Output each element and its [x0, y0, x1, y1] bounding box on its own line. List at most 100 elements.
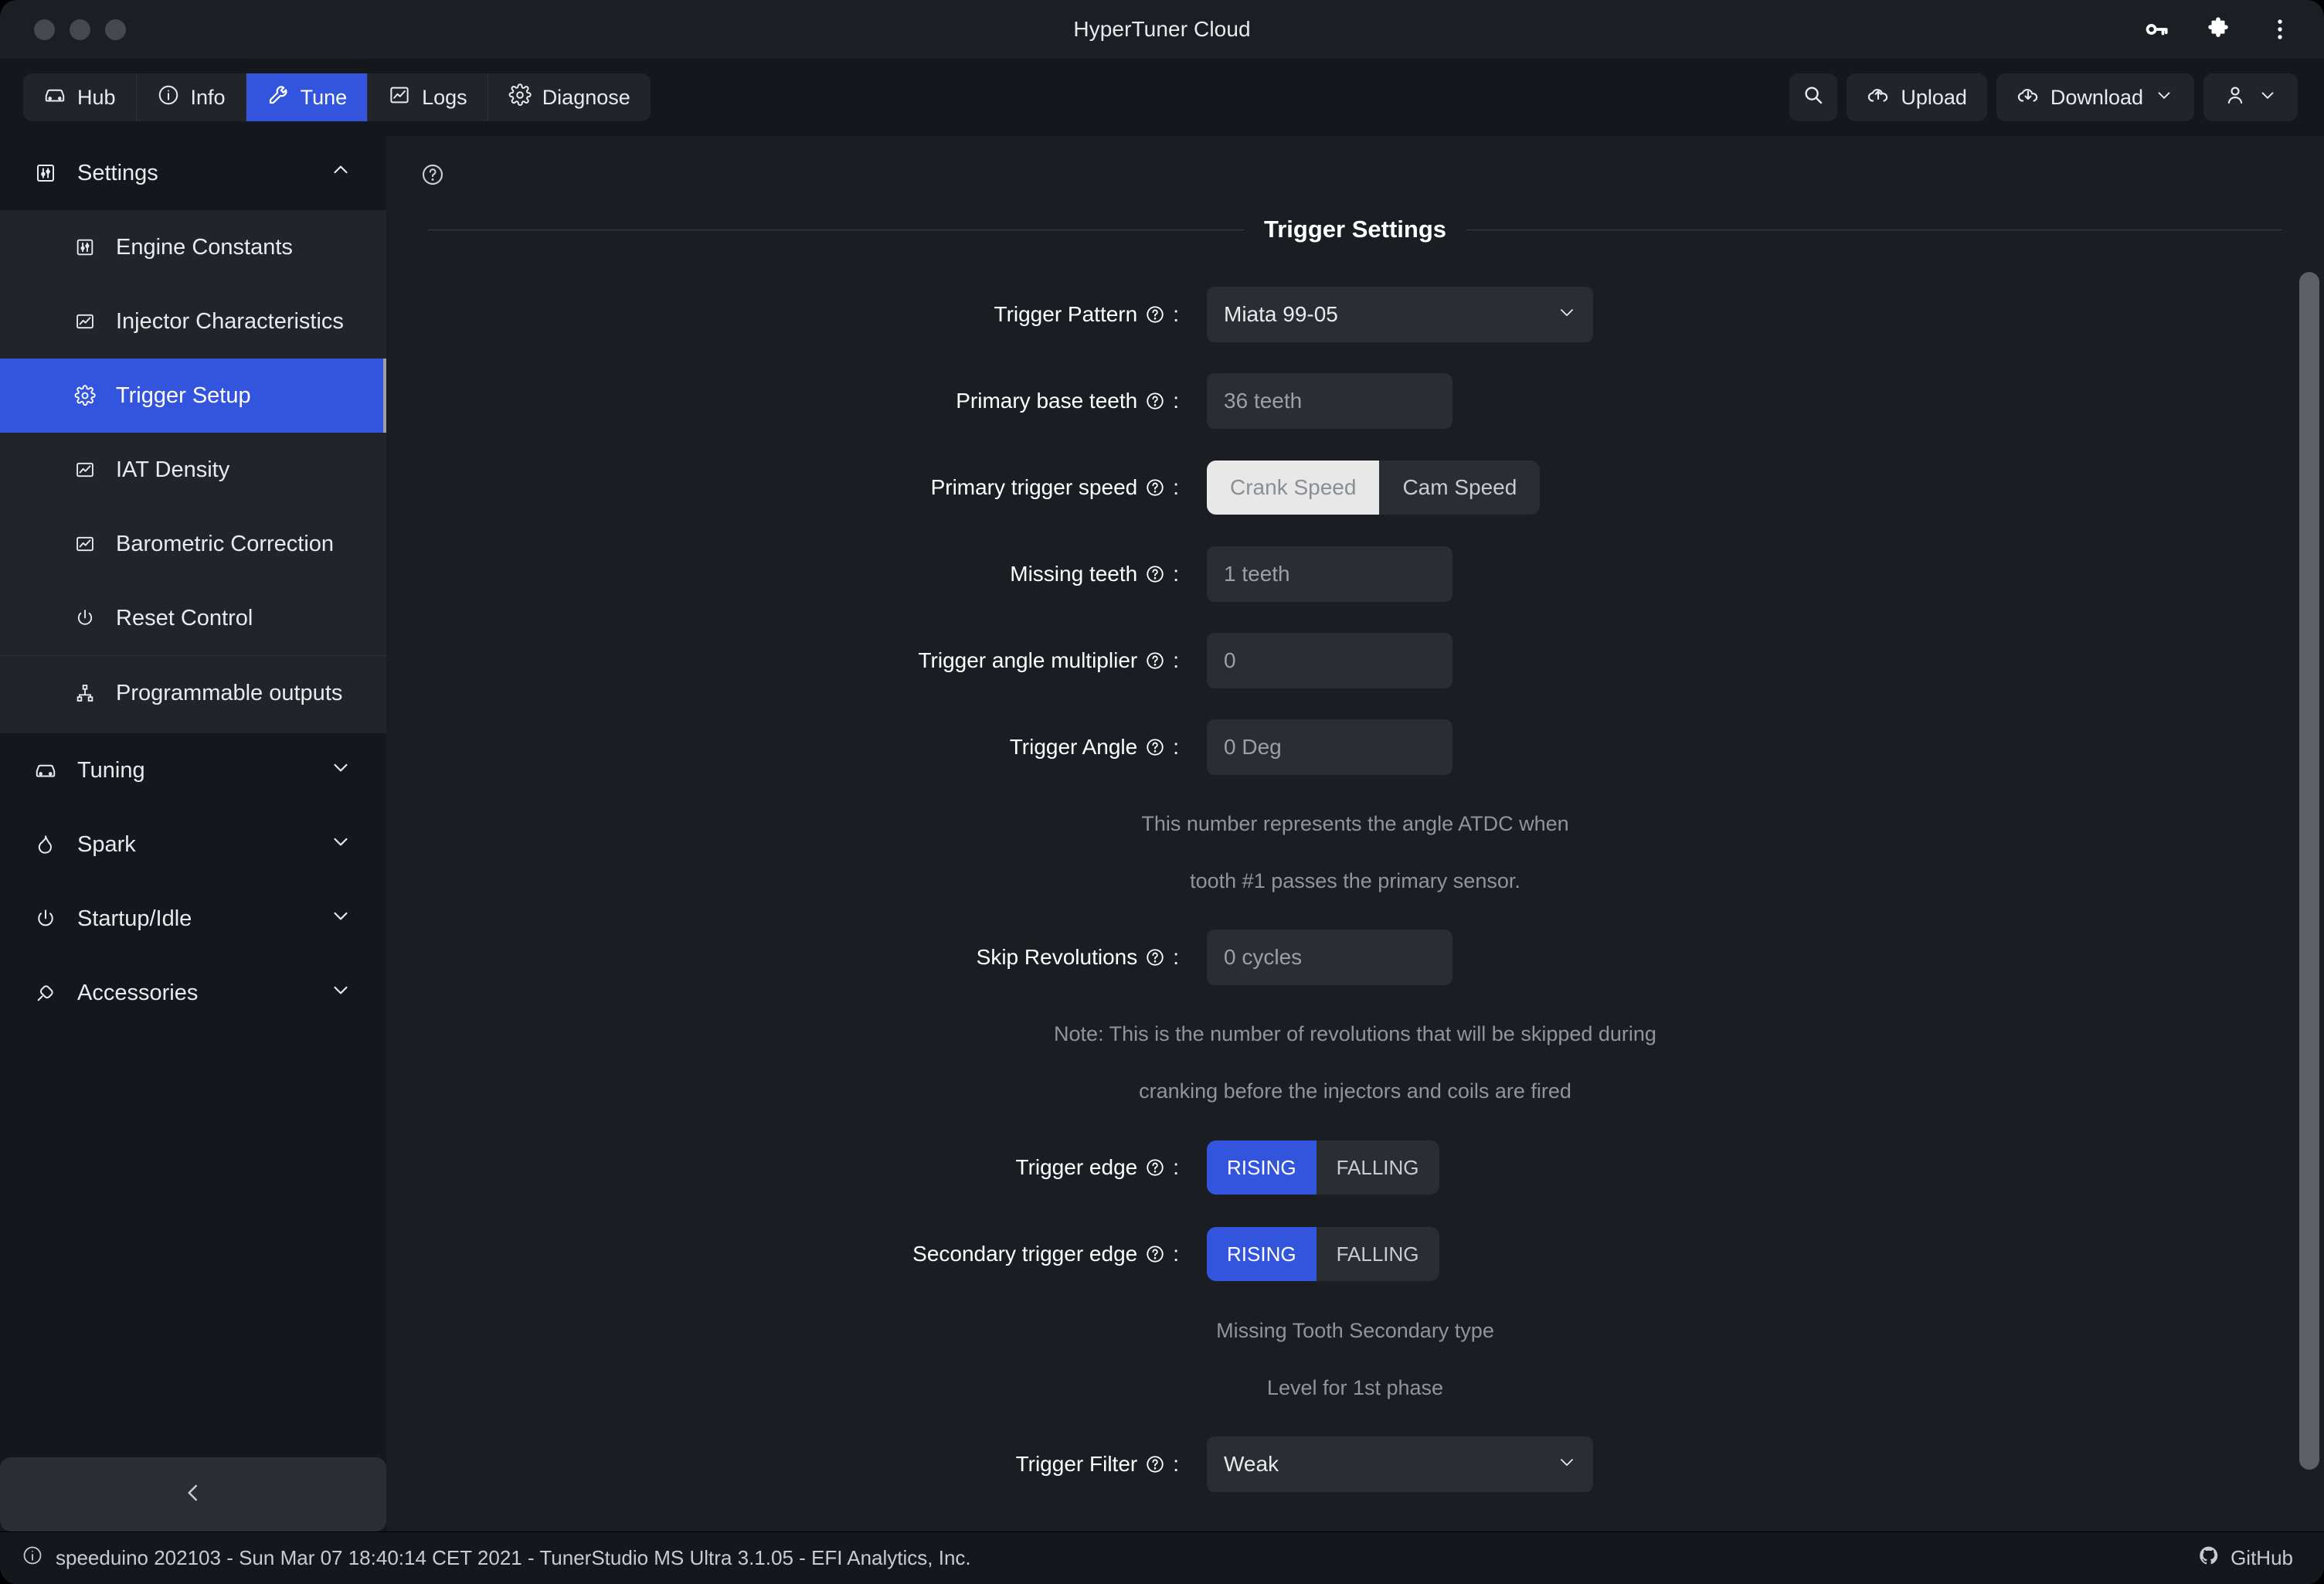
- chart-box-icon: [74, 533, 96, 555]
- note-line: Level for 1st phase: [1266, 1376, 1444, 1399]
- sidebar-item-injector-characteristics[interactable]: Injector Characteristics: [0, 284, 386, 359]
- tab-diagnose[interactable]: Diagnose: [488, 73, 651, 121]
- question-circle-icon[interactable]: [1145, 947, 1165, 967]
- scrollbar-thumb[interactable]: [2299, 272, 2319, 1470]
- trigger-angle-multiplier-value: 0: [1224, 648, 1236, 672]
- sidebar-item-label: IAT Density: [116, 457, 230, 482]
- download-button[interactable]: Download: [1996, 73, 2194, 121]
- sidebar-group-startup-idle[interactable]: Startup/Idle: [0, 882, 386, 956]
- sidebar-item-label: Trigger Setup: [116, 382, 251, 408]
- field-row-primary-base-teeth: Primary base teeth : 36 teeth: [386, 358, 2324, 444]
- sidebar-item-barometric-correction[interactable]: Barometric Correction: [0, 507, 386, 581]
- chevron-down-icon: [1556, 1451, 1578, 1478]
- primary-base-teeth-input[interactable]: 36 teeth: [1207, 373, 1452, 429]
- field-label-trigger-angle-multiplier: Trigger angle multiplier :: [386, 648, 1190, 673]
- download-button-label: Download: [2050, 85, 2143, 109]
- title-rule-left: [428, 229, 1245, 230]
- chart-box-icon: [74, 311, 96, 332]
- question-circle-icon[interactable]: [1145, 651, 1165, 671]
- trigger-angle-multiplier-input[interactable]: 0: [1207, 633, 1452, 688]
- tab-logs-label: Logs: [422, 85, 467, 109]
- page-help-button[interactable]: [386, 136, 2324, 191]
- title-rule-right: [1466, 229, 2283, 230]
- question-circle-icon[interactable]: [1145, 1454, 1165, 1474]
- tab-info[interactable]: Info: [137, 73, 246, 121]
- trigger-edge-option-rising[interactable]: RISING: [1207, 1140, 1317, 1195]
- upload-button[interactable]: Upload: [1847, 73, 1987, 121]
- field-label-trigger-angle: Trigger Angle :: [386, 735, 1190, 760]
- kebab-menu-icon[interactable]: [2267, 16, 2293, 42]
- field-colon: :: [1173, 562, 1179, 586]
- field-colon: :: [1173, 302, 1179, 326]
- puzzle-extension-icon[interactable]: [2205, 16, 2231, 42]
- secondary-trigger-edge-option-rising[interactable]: RISING: [1207, 1227, 1317, 1281]
- info-circle-icon: [22, 1545, 43, 1572]
- plug-icon: [34, 981, 57, 1004]
- account-menu-button[interactable]: [2203, 73, 2298, 121]
- tab-logs[interactable]: Logs: [368, 73, 488, 121]
- trigger-pattern-select[interactable]: Miata 99-05: [1207, 287, 1593, 342]
- chevron-down-icon: [329, 756, 352, 785]
- skip-revolutions-input[interactable]: 0 cycles: [1207, 930, 1452, 985]
- tab-diagnose-label: Diagnose: [542, 85, 630, 109]
- field-label-text: Skip Revolutions: [976, 945, 1138, 969]
- status-info: speeduino 202103 - Sun Mar 07 18:40:14 C…: [22, 1545, 971, 1572]
- tab-tune[interactable]: Tune: [246, 73, 369, 121]
- field-row-missing-teeth: Missing teeth : 1 teeth: [386, 531, 2324, 617]
- chevron-down-icon: [329, 904, 352, 933]
- sidebar-item-iat-density[interactable]: IAT Density: [0, 433, 386, 507]
- question-circle-icon[interactable]: [1145, 564, 1165, 584]
- browser-actions: [2143, 0, 2293, 59]
- sidebar-collapse-button[interactable]: [0, 1457, 386, 1531]
- sidebar-group-tuning[interactable]: Tuning: [0, 733, 386, 807]
- question-circle-icon[interactable]: [1145, 1157, 1165, 1178]
- secondary-trigger-edge-option-falling[interactable]: FALLING: [1317, 1227, 1439, 1281]
- field-colon: :: [1173, 1452, 1179, 1476]
- github-link[interactable]: GitHub: [2198, 1545, 2293, 1572]
- field-row-trigger-filter: Trigger Filter : Weak: [386, 1421, 2324, 1508]
- field-label-primary-trigger-speed: Primary trigger speed :: [386, 475, 1190, 500]
- question-circle-icon[interactable]: [1145, 304, 1165, 325]
- content-scrollbar[interactable]: [2299, 272, 2319, 1470]
- key-icon[interactable]: [2143, 16, 2169, 42]
- trigger-angle-input[interactable]: 0 Deg: [1207, 719, 1452, 775]
- sidebar-group-settings[interactable]: Settings: [0, 136, 386, 210]
- sidebar-item-trigger-setup[interactable]: Trigger Setup: [0, 359, 386, 433]
- download-cloud-icon: [2017, 83, 2040, 112]
- note-line: cranking before the injectors and coils …: [1139, 1079, 1571, 1103]
- field-row-secondary-trigger-edge: Secondary trigger edge : RISING FALLING: [386, 1211, 2324, 1297]
- question-circle-icon[interactable]: [1145, 391, 1165, 411]
- window-title: HyperTuner Cloud: [1073, 17, 1251, 41]
- field-colon: :: [1173, 945, 1179, 969]
- question-circle-icon[interactable]: [1145, 737, 1165, 757]
- question-circle-icon[interactable]: [1145, 1244, 1165, 1264]
- field-label-missing-teeth: Missing teeth :: [386, 562, 1190, 586]
- main-content: Trigger Settings Trigger Pattern : Miata…: [386, 136, 2324, 1531]
- field-row-trigger-pattern: Trigger Pattern : Miata 99-05: [386, 271, 2324, 358]
- sidebar-group-startup-idle-label: Startup/Idle: [77, 906, 192, 931]
- chevron-down-icon: [2154, 85, 2174, 110]
- primary-trigger-speed-option-crank[interactable]: Crank Speed: [1207, 461, 1380, 515]
- field-label-text: Primary base teeth: [956, 389, 1138, 413]
- sidebar-group-spark[interactable]: Spark: [0, 807, 386, 882]
- missing-teeth-input[interactable]: 1 teeth: [1207, 546, 1452, 602]
- app-window: HyperTuner Cloud Hub Info Tune Logs Diag…: [0, 0, 2324, 1584]
- sidebar-item-programmable-outputs[interactable]: Programmable outputs: [0, 656, 386, 730]
- trigger-angle-value: 0 Deg: [1224, 735, 1282, 759]
- trigger-edge-option-falling[interactable]: FALLING: [1317, 1140, 1439, 1195]
- tab-hub[interactable]: Hub: [23, 73, 137, 121]
- question-circle-icon[interactable]: [1145, 478, 1165, 498]
- sidebar-item-reset-control[interactable]: Reset Control: [0, 581, 386, 655]
- flame-icon: [34, 833, 57, 856]
- sidebar-group-accessories[interactable]: Accessories: [0, 956, 386, 1030]
- field-label-text: Secondary trigger edge: [912, 1242, 1138, 1266]
- sidebar-item-engine-constants[interactable]: Engine Constants: [0, 210, 386, 284]
- trigger-filter-select[interactable]: Weak: [1207, 1436, 1593, 1492]
- primary-base-teeth-value: 36 teeth: [1224, 389, 1303, 413]
- github-label: GitHub: [2231, 1546, 2293, 1569]
- trigger-filter-value: Weak: [1224, 1452, 1279, 1476]
- field-label-text: Primary trigger speed: [930, 475, 1138, 499]
- search-button[interactable]: [1789, 73, 1838, 121]
- sitemap-icon: [74, 682, 96, 704]
- primary-trigger-speed-option-cam[interactable]: Cam Speed: [1379, 461, 1540, 515]
